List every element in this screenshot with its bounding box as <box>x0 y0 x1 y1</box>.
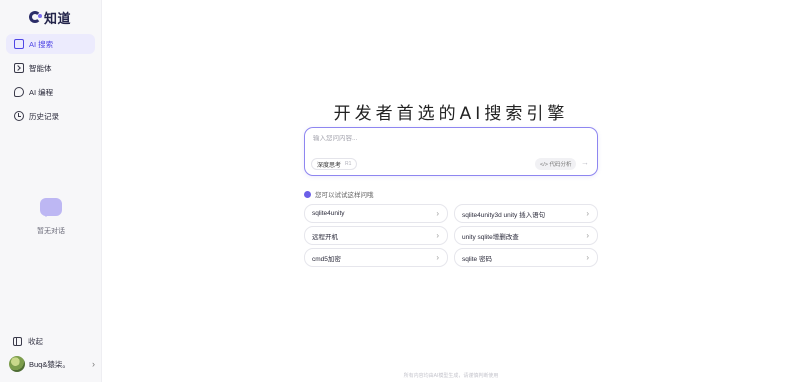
sidebar-item-agents[interactable]: 智能体 <box>6 58 95 78</box>
sidebar-item-label: AI 编程 <box>29 87 54 97</box>
chevron-right-icon: › <box>436 253 439 262</box>
user-name: Buq&猿柒。 <box>29 359 70 369</box>
hint-text: 您可以试试这样问哦 <box>315 192 374 199</box>
search-icon <box>14 39 24 49</box>
collapse-label: 收起 <box>28 337 43 346</box>
suggestion-item[interactable]: sqlite4unity › <box>304 204 448 223</box>
chevron-right-icon: › <box>586 209 589 218</box>
collapse-button[interactable]: 收起 <box>13 336 43 347</box>
suggestion-label: sqlite4unity <box>312 210 345 217</box>
clock-icon <box>14 111 24 121</box>
suggestion-item[interactable]: sqlite4unity3d unity 插入语句 › <box>454 204 598 223</box>
search-box: 深度思考 R1 </> 代码分析 → <box>304 127 598 176</box>
suggestion-item[interactable]: sqlite 密码 › <box>454 248 598 267</box>
deep-think-toggle[interactable]: 深度思考 R1 <box>311 158 358 170</box>
sidebar-item-label: AI 搜索 <box>29 39 54 49</box>
chevron-right-icon: › <box>586 231 589 240</box>
sidebar: 知道 AI 搜索 智能体 AI 编程 历史记录 暂无对话 收起 Buq&猿柒。 … <box>0 0 102 382</box>
logo-icon <box>29 11 42 23</box>
logo[interactable]: 知道 <box>29 8 71 26</box>
hint-icon <box>304 190 311 198</box>
suggestion-label: cmd5加密 <box>312 255 341 263</box>
chevron-right-icon: › <box>436 231 439 240</box>
suggestion-item[interactable]: unity sqlite增删改查 › <box>454 226 598 245</box>
avatar <box>9 356 25 372</box>
chevron-right-icon: › <box>586 253 589 262</box>
footer-disclaimer: 所有内容均由AI模型生成，请谨慎判断使用 <box>403 373 499 379</box>
main-content: 开发者首选的AI搜索引擎 深度思考 R1 </> 代码分析 → 您可以试试这样问… <box>102 0 800 382</box>
search-input[interactable] <box>313 135 583 142</box>
terminal-icon <box>14 63 24 73</box>
sidebar-toggle-icon <box>13 337 22 346</box>
deep-think-label: 深度思考 <box>317 162 342 169</box>
deep-think-badge: R1 <box>345 161 352 167</box>
send-icon[interactable]: → <box>581 158 589 167</box>
sidebar-item-ai-coding[interactable]: AI 编程 <box>6 82 95 102</box>
suggestion-label: unity sqlite增删改查 <box>462 233 519 241</box>
suggestion-label: sqlite4unity3d unity 插入语句 <box>462 211 546 219</box>
code-analysis-button[interactable]: </> 代码分析 <box>535 158 577 170</box>
suggestion-item[interactable]: cmd5加密 › <box>304 248 448 267</box>
suggestion-label: sqlite 密码 <box>462 255 492 263</box>
user-menu[interactable]: Buq&猿柒。 › <box>9 355 95 373</box>
sidebar-item-ai-search[interactable]: AI 搜索 <box>6 34 95 54</box>
chevron-right-icon: › <box>92 359 95 369</box>
chat-bubble-icon <box>40 198 62 217</box>
sidebar-item-label: 历史记录 <box>29 111 59 121</box>
empty-state-text: 暂无对话 <box>37 228 65 235</box>
empty-state: 暂无对话 <box>0 198 102 236</box>
chat-icon <box>14 87 24 97</box>
sidebar-item-label: 智能体 <box>29 63 52 73</box>
suggestion-hint: 您可以试试这样问哦 <box>304 189 374 199</box>
suggestion-label: 远程开机 <box>312 233 338 241</box>
sidebar-item-history[interactable]: 历史记录 <box>6 106 95 126</box>
chevron-right-icon: › <box>436 209 439 218</box>
brand-name: 知道 <box>44 10 72 26</box>
suggestion-item[interactable]: 远程开机 › <box>304 226 448 245</box>
page-title: 开发者首选的AI搜索引擎 <box>333 104 569 124</box>
